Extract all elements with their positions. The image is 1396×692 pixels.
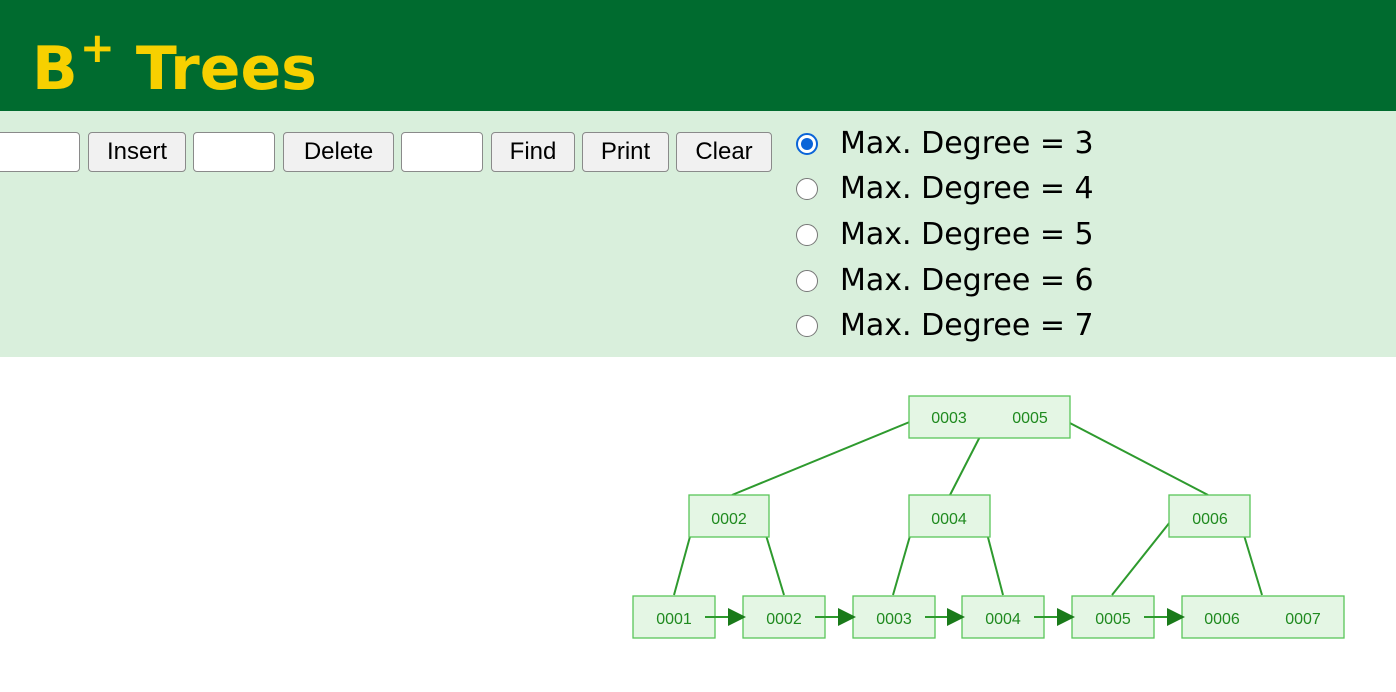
leaf-2-key: 0002 <box>766 611 802 628</box>
title-rest: Trees <box>114 34 317 104</box>
edge-root-internal-3 <box>1065 420 1209 496</box>
leaf-1-key: 0001 <box>656 611 692 628</box>
radio-degree-7[interactable] <box>796 315 818 337</box>
internal-1-key: 0002 <box>711 511 747 528</box>
edge-root-internal-1 <box>731 420 913 496</box>
leaf-3-key: 0003 <box>876 611 912 628</box>
find-button[interactable]: Find <box>491 132 575 172</box>
delete-button[interactable]: Delete <box>283 132 394 172</box>
degree-label-7: Max. Degree = 7 <box>840 308 1094 343</box>
radio-degree-6[interactable] <box>796 270 818 292</box>
page-title: B+ Trees <box>32 14 317 109</box>
print-button[interactable]: Print <box>582 132 669 172</box>
leaf-6-key-1: 0006 <box>1204 611 1240 628</box>
degree-label-5: Max. Degree = 5 <box>840 217 1094 252</box>
degree-label-4: Max. Degree = 4 <box>840 171 1094 206</box>
internal-3-key: 0006 <box>1192 511 1228 528</box>
insert-input[interactable] <box>0 132 80 172</box>
root-key-2: 0005 <box>1012 410 1048 427</box>
edge-internal3-leaf5 <box>1111 511 1179 596</box>
title-superscript: + <box>79 23 115 72</box>
insert-button[interactable]: Insert <box>88 132 186 172</box>
root-key-1: 0003 <box>931 410 967 427</box>
degree-label-6: Max. Degree = 6 <box>840 263 1094 298</box>
header-bar: B+ Trees <box>0 0 1396 111</box>
degree-option-6[interactable]: Max. Degree = 6 <box>796 261 1094 301</box>
degree-option-4[interactable]: Max. Degree = 4 <box>796 169 1094 209</box>
bplus-tree-canvas: 0003 0005 0002 0004 0006 0001 0002 0003 … <box>632 395 1345 639</box>
internal-2-key: 0004 <box>931 511 967 528</box>
delete-input[interactable] <box>193 132 275 172</box>
radio-degree-3[interactable] <box>796 133 818 155</box>
leaf-6-key-2: 0007 <box>1285 611 1321 628</box>
controls-panel: Insert Delete Find Print Clear Max. Degr… <box>0 111 1396 357</box>
radio-degree-4[interactable] <box>796 178 818 200</box>
radio-degree-5[interactable] <box>796 224 818 246</box>
degree-option-5[interactable]: Max. Degree = 5 <box>796 215 1094 255</box>
leaf-4-key: 0004 <box>985 611 1021 628</box>
find-input[interactable] <box>401 132 483 172</box>
leaf-5-key: 0005 <box>1095 611 1131 628</box>
clear-button[interactable]: Clear <box>676 132 772 172</box>
degree-option-3[interactable]: Max. Degree = 3 <box>796 124 1094 164</box>
degree-label-3: Max. Degree = 3 <box>840 126 1094 161</box>
title-main: B <box>32 34 78 104</box>
degree-option-7[interactable]: Max. Degree = 7 <box>796 306 1094 346</box>
